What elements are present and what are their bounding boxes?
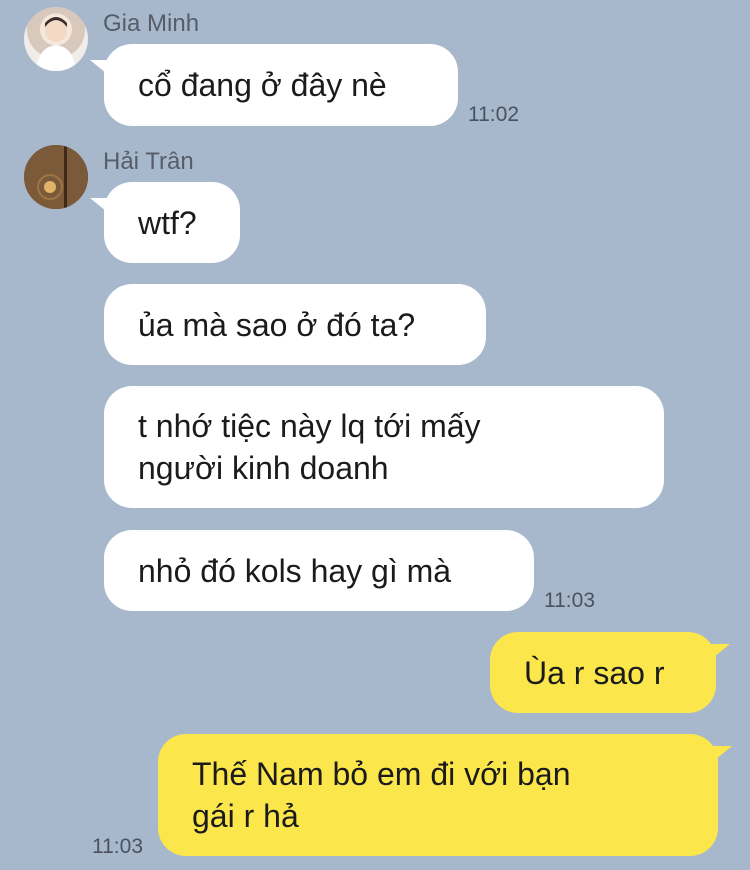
message-bubble[interactable]: cổ đang ở đây nè bbox=[90, 44, 458, 126]
chat-view: Gia Minh cổ đang ở đây nè 11:02 Hải Trân… bbox=[0, 0, 750, 870]
message-bubble-outgoing[interactable]: Thế Nam bỏ em đi với bạn gái r hả bbox=[158, 734, 732, 856]
message-text: Ùa r sao r bbox=[524, 654, 665, 691]
message-text: t nhớ tiệc này lq tới mấy người kinh doa… bbox=[138, 408, 481, 486]
sender-name: Hải Trân bbox=[103, 148, 194, 175]
message-bubble-outgoing[interactable]: Ùa r sao r bbox=[490, 632, 730, 713]
message-text: wtf? bbox=[138, 204, 197, 241]
message-bubble[interactable]: wtf? bbox=[90, 182, 240, 263]
message-bubble[interactable]: ủa mà sao ở đó ta? bbox=[104, 284, 486, 365]
message-text: nhỏ đó kols hay gì mà bbox=[138, 552, 452, 589]
avatar-gia-minh[interactable] bbox=[24, 7, 88, 71]
message-bubble[interactable]: t nhớ tiệc này lq tới mấy người kinh doa… bbox=[104, 386, 664, 508]
message-time: 11:03 bbox=[544, 589, 595, 612]
avatar-hai-tran[interactable] bbox=[24, 145, 88, 209]
message-time: 11:03 bbox=[92, 835, 143, 858]
message-time: 11:02 bbox=[468, 103, 519, 126]
sender-name: Gia Minh bbox=[103, 10, 200, 37]
message-text: ủa mà sao ở đó ta? bbox=[138, 306, 416, 343]
message-text: cổ đang ở đây nè bbox=[138, 67, 387, 103]
message-bubble[interactable]: nhỏ đó kols hay gì mà bbox=[104, 530, 534, 611]
message-text: Thế Nam bỏ em đi với bạn gái r hả bbox=[192, 756, 571, 834]
